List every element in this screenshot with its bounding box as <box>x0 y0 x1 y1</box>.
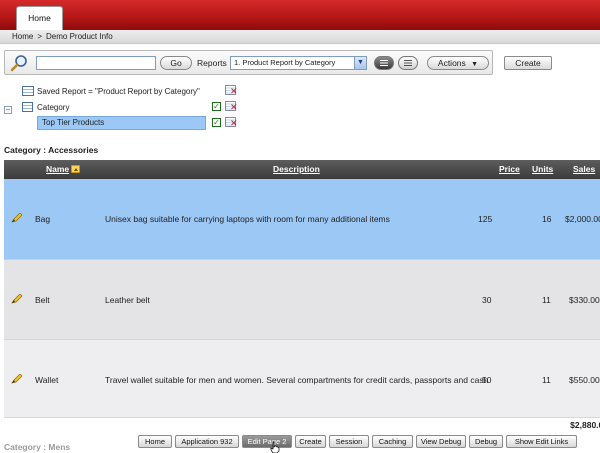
next-category-heading: Category : Mens <box>4 442 71 452</box>
search-input[interactable] <box>36 56 156 70</box>
table-header: Name Description Price Units Sales <box>4 160 600 179</box>
dev-home-button[interactable]: Home <box>138 435 172 448</box>
total-row: $2,880.00 <box>4 417 600 431</box>
column-header-description[interactable]: Description <box>273 160 320 179</box>
search-icon[interactable] <box>10 54 28 72</box>
cell-sales: $550.00 <box>569 375 600 385</box>
actions-label: Actions <box>437 58 466 68</box>
cell-units: 11 <box>542 295 551 305</box>
sort-ascending-icon <box>71 165 81 173</box>
edit-pencil-icon[interactable] <box>11 374 23 384</box>
table-row[interactable]: Belt Leather belt 30 11 $330.00 <box>4 259 600 339</box>
dev-caching-button[interactable]: Caching <box>372 435 413 448</box>
cell-price: 50 <box>482 375 492 385</box>
column-header-name[interactable]: Name <box>46 160 81 179</box>
top-header-bar: Home <box>0 0 600 31</box>
report-search-region: Go Reports 1. Product Report by Category… <box>4 50 493 75</box>
reports-select-value: 1. Product Report by Category <box>234 58 336 67</box>
remove-category-icon[interactable] <box>225 101 238 112</box>
cell-name: Belt <box>35 295 50 305</box>
chevron-down-icon: ▼ <box>354 57 366 69</box>
actions-button[interactable]: Actions ▼ <box>427 56 489 70</box>
dev-application-button[interactable]: Application 932 <box>175 435 239 448</box>
hand-cursor-icon <box>270 441 280 453</box>
column-header-sales[interactable]: Sales <box>573 160 595 179</box>
remove-filter-icon[interactable] <box>225 85 238 96</box>
cell-sales: $330.00 <box>569 295 600 305</box>
cell-description: Travel wallet suitable for men and women… <box>105 375 489 385</box>
table-row[interactable]: Bag Unisex bag suitable for carrying lap… <box>4 179 600 259</box>
breadcrumb-home-link[interactable]: Home <box>12 32 33 41</box>
column-header-name-label: Name <box>46 164 70 174</box>
dev-edit-page-button[interactable]: Edit Page 2 <box>242 435 292 448</box>
cell-price: 30 <box>482 295 492 305</box>
dev-session-button[interactable]: Session <box>329 435 369 448</box>
cell-price: 125 <box>478 214 493 224</box>
category-heading: Category : Accessories <box>4 145 99 155</box>
saved-report-grid-icon <box>22 86 34 96</box>
control-break-icon <box>22 102 33 112</box>
dev-create-button[interactable]: Create <box>295 435 326 448</box>
category-filter-label[interactable]: Category <box>37 103 69 112</box>
breadcrumb: Home > Demo Product Info <box>0 30 600 44</box>
breadcrumb-current: Demo Product Info <box>46 32 113 41</box>
table-row[interactable]: Wallet Travel wallet suitable for men an… <box>4 339 600 419</box>
dev-debug-button[interactable]: Debug <box>469 435 503 448</box>
reports-label: Reports <box>197 58 227 68</box>
chevron-down-icon: ▼ <box>471 61 479 68</box>
developer-toolbar: Home Application 932 Edit Page 2 Create … <box>138 435 600 450</box>
cell-sales: $2,000.00 <box>565 214 600 224</box>
top-tier-highlight[interactable]: Top Tier Products <box>37 116 206 130</box>
view-list-icon[interactable] <box>398 56 418 70</box>
create-button[interactable]: Create <box>504 56 552 70</box>
reports-select[interactable]: 1. Product Report by Category ▼ <box>230 56 367 70</box>
dev-view-debug-button[interactable]: View Debug <box>416 435 466 448</box>
cell-name: Wallet <box>35 375 59 385</box>
edit-pencil-icon[interactable] <box>11 213 23 223</box>
dev-show-edit-links-button[interactable]: Show Edit Links <box>506 435 577 448</box>
breadcrumb-separator: > <box>37 32 43 41</box>
total-sales: $2,880.00 <box>570 420 600 430</box>
saved-report-label[interactable]: Saved Report = "Product Report by Catego… <box>37 87 200 96</box>
remove-top-tier-icon[interactable] <box>225 117 238 128</box>
cell-description: Unisex bag suitable for carrying laptops… <box>105 214 390 224</box>
cell-units: 11 <box>542 375 551 385</box>
cell-units: 16 <box>542 214 552 224</box>
tab-home[interactable]: Home <box>16 6 63 31</box>
collapse-icon[interactable]: − <box>4 106 12 114</box>
view-report-icon[interactable] <box>374 56 394 70</box>
go-button[interactable]: Go <box>160 56 192 70</box>
top-tier-enabled-checkbox[interactable]: ✓ <box>212 118 221 127</box>
column-header-price[interactable]: Price <box>499 160 520 179</box>
column-header-units[interactable]: Units <box>532 160 553 179</box>
cell-description: Leather belt <box>105 295 150 305</box>
edit-pencil-icon[interactable] <box>11 294 23 304</box>
category-enabled-checkbox[interactable]: ✓ <box>212 102 221 111</box>
cell-name: Bag <box>35 214 51 224</box>
